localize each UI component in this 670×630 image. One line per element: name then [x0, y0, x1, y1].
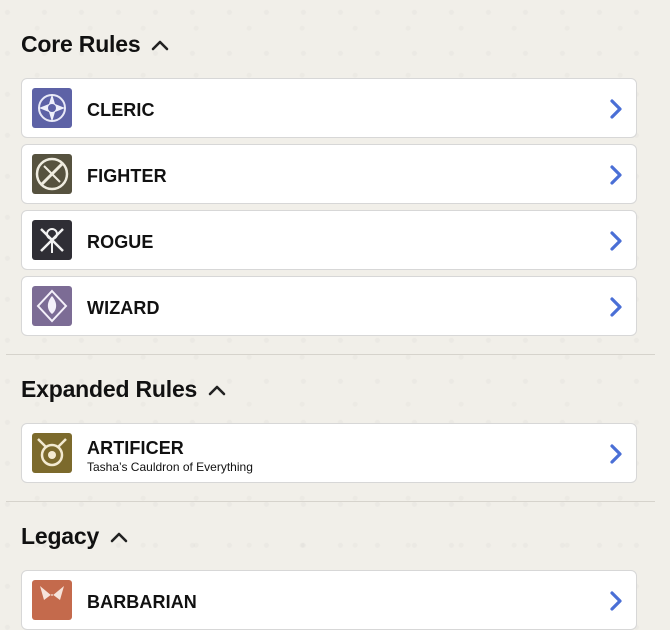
- chevron-right-icon: [609, 230, 623, 252]
- fighter-class-icon: [32, 154, 72, 194]
- chevron-up-icon: [109, 530, 129, 544]
- section-divider: [6, 501, 655, 502]
- class-source: Tasha’s Cauldron of Everything: [87, 460, 253, 474]
- section-title: Core Rules: [21, 31, 141, 57]
- chevron-right-icon: [609, 590, 623, 612]
- section-header-legacy[interactable]: Legacy: [21, 523, 129, 550]
- chevron-up-icon: [150, 38, 170, 52]
- chevron-up-icon: [207, 383, 227, 397]
- chevron-right-icon: [609, 164, 623, 186]
- class-card-fighter[interactable]: FIGHTER: [21, 144, 637, 204]
- class-name: BARBARIAN: [87, 592, 197, 612]
- section-header-core-rules[interactable]: Core Rules: [21, 31, 170, 58]
- section-divider: [6, 354, 655, 355]
- chevron-right-icon: [609, 443, 623, 465]
- class-card-rogue[interactable]: ROGUE: [21, 210, 637, 270]
- class-card-cleric[interactable]: CLERIC: [21, 78, 637, 138]
- section-header-expanded-rules[interactable]: Expanded Rules: [21, 376, 227, 403]
- barbarian-class-icon: [32, 580, 72, 620]
- chevron-right-icon: [609, 296, 623, 318]
- class-name: FIGHTER: [87, 166, 167, 186]
- class-name: ROGUE: [87, 232, 154, 252]
- class-card-wizard[interactable]: WIZARD: [21, 276, 637, 336]
- section-title: Expanded Rules: [21, 376, 198, 402]
- section-title: Legacy: [21, 523, 100, 549]
- chevron-right-icon: [609, 98, 623, 120]
- wizard-class-icon: [32, 286, 72, 326]
- rogue-class-icon: [32, 220, 72, 260]
- class-name: WIZARD: [87, 298, 160, 318]
- artificer-class-icon: [32, 433, 72, 473]
- class-name: ARTIFICER: [87, 438, 184, 458]
- cleric-class-icon: [32, 88, 72, 128]
- class-card-barbarian[interactable]: BARBARIAN: [21, 570, 637, 630]
- class-name: CLERIC: [87, 100, 155, 120]
- class-card-artificer[interactable]: ARTIFICER Tasha’s Cauldron of Everything: [21, 423, 637, 483]
